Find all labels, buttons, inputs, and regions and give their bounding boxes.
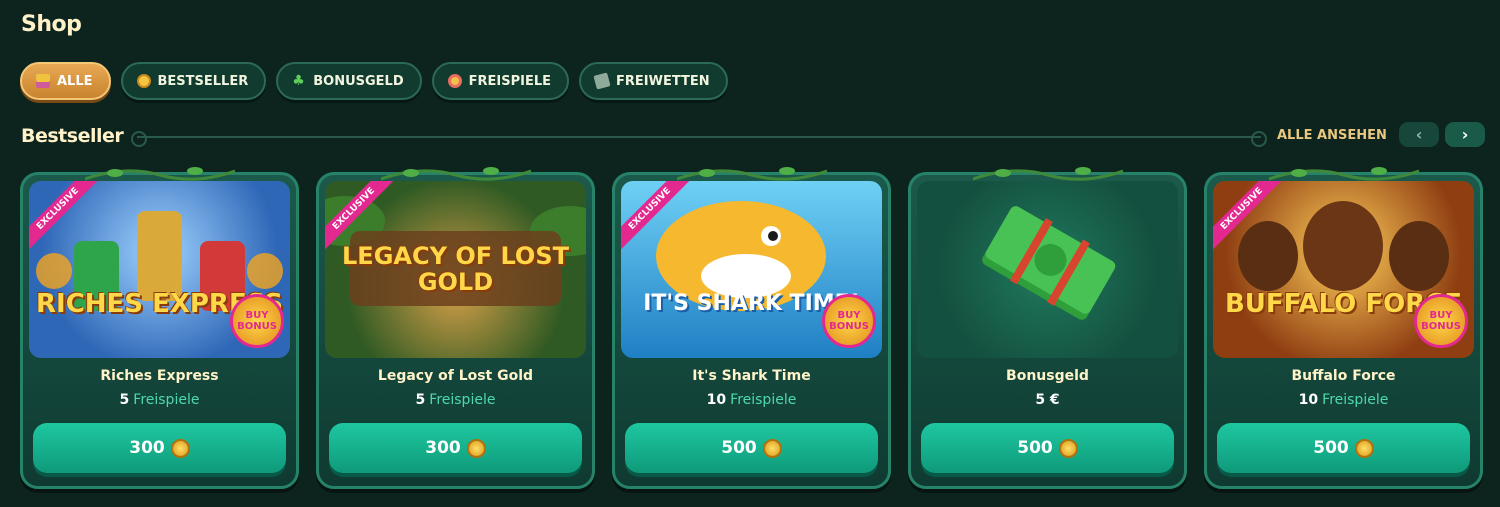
price-value: 500	[721, 438, 757, 458]
buy-bonus-badge: BUY BONUS	[230, 294, 284, 348]
coin-icon	[1354, 438, 1374, 458]
game-art-title: LEGACY OF LOST GOLD	[342, 242, 569, 296]
price-value: 500	[1017, 438, 1053, 458]
price-value: 500	[1313, 438, 1349, 458]
product-carousel: EXCLUSIVE RICHES EXPRESS BUY BONUS Riche…	[20, 167, 1483, 489]
carousel-prev-button[interactable]: ‹	[1399, 122, 1439, 147]
amount-value: 10	[1298, 392, 1319, 408]
shop-page: Shop ALLE BESTSELLER ♣ BONUSGELD FREISPI…	[0, 0, 1500, 507]
game-thumbnail: EXCLUSIVE BUFFALO FORCE BUY BONUS	[1213, 181, 1474, 358]
game-thumbnail: EXCLUSIVE IT'S SHARK TIME! BUY BONUS	[621, 181, 882, 358]
vine-divider	[131, 131, 1267, 147]
coin-icon	[466, 438, 486, 458]
filter-label: FREISPIELE	[468, 73, 552, 89]
filter-chip-alle[interactable]: ALLE	[20, 62, 111, 100]
clover-icon: ♣	[292, 73, 305, 89]
product-card[interactable]: EXCLUSIVE BUFFALO FORCE BUY BONUS Buffal…	[1204, 167, 1483, 489]
coin-icon	[170, 438, 190, 458]
buy-bonus-badge: BUY BONUS	[1414, 294, 1468, 348]
amount-value: 10	[706, 392, 727, 408]
amount-unit: Freispiele	[1322, 392, 1389, 408]
product-card[interactable]: EXCLUSIVE IT'S SHARK TIME! BUY BONUS It'…	[612, 167, 891, 489]
price-value: 300	[129, 438, 165, 458]
filter-chip-freispiele[interactable]: FREISPIELE	[431, 62, 570, 100]
product-amount: 5 Freispiele	[319, 392, 592, 408]
product-amount: 5 Freispiele	[23, 392, 296, 408]
medal-icon	[136, 74, 151, 88]
coin-icon	[1058, 438, 1078, 458]
chevron-right-icon: ›	[1461, 125, 1469, 144]
amount-unit: Freispiele	[133, 392, 200, 408]
filter-bar: ALLE BESTSELLER ♣ BONUSGELD FREISPIELE F…	[20, 62, 728, 100]
section-header: Bestseller ALLE ANSEHEN ‹ ›	[21, 122, 1486, 151]
buy-button[interactable]: 500	[921, 423, 1174, 473]
filter-label: BONUSGELD	[313, 73, 404, 89]
buy-bonus-badge: BUY BONUS	[822, 294, 876, 348]
carousel-next-button[interactable]: ›	[1445, 122, 1485, 147]
product-card[interactable]: EXCLUSIVE LEGACY OF LOST GOLD Legacy of …	[316, 167, 595, 489]
filter-label: FREIWETTEN	[616, 73, 710, 89]
amount-unit: Freispiele	[730, 392, 797, 408]
see-all-link[interactable]: ALLE ANSEHEN	[1277, 128, 1387, 143]
price-value: 300	[425, 438, 461, 458]
game-thumbnail: EXCLUSIVE RICHES EXPRESS BUY BONUS	[29, 181, 290, 358]
buy-button[interactable]: 500	[625, 423, 878, 473]
coin-icon	[762, 438, 782, 458]
gift-icon	[36, 74, 50, 88]
game-thumbnail	[917, 181, 1178, 358]
filter-chip-bestseller[interactable]: BESTSELLER	[120, 62, 267, 100]
filter-label: BESTSELLER	[157, 73, 249, 89]
amount-value: 5 €	[1035, 392, 1060, 408]
buy-button[interactable]: 300	[33, 423, 286, 473]
amount-value: 5	[119, 392, 130, 408]
product-name: Riches Express	[100, 368, 219, 384]
product-amount: 5 €	[911, 392, 1184, 408]
buy-button[interactable]: 500	[1217, 423, 1470, 473]
game-thumbnail: EXCLUSIVE LEGACY OF LOST GOLD	[325, 181, 586, 358]
amount-unit: Freispiele	[429, 392, 496, 408]
product-name: It's Shark Time	[692, 368, 811, 384]
filter-chip-freiwetten[interactable]: FREIWETTEN	[579, 62, 728, 100]
product-name: Bonusgeld	[1006, 368, 1089, 384]
page-title: Shop	[21, 12, 82, 37]
product-name: Legacy of Lost Gold	[377, 368, 534, 384]
section-title: Bestseller	[21, 125, 124, 147]
product-card[interactable]: Bonusgeld 5 € 500	[908, 167, 1187, 489]
product-card[interactable]: EXCLUSIVE RICHES EXPRESS BUY BONUS Riche…	[20, 167, 299, 489]
product-amount: 10 Freispiele	[615, 392, 888, 408]
product-amount: 10 Freispiele	[1207, 392, 1480, 408]
ticket-icon	[593, 72, 611, 90]
filter-label: ALLE	[57, 73, 93, 89]
amount-value: 5	[415, 392, 426, 408]
product-name: Buffalo Force	[1291, 368, 1396, 384]
chevron-left-icon: ‹	[1415, 125, 1423, 144]
spin-icon	[447, 74, 462, 88]
money-stack-icon	[982, 206, 1116, 320]
buy-button[interactable]: 300	[329, 423, 582, 473]
filter-chip-bonusgeld[interactable]: ♣ BONUSGELD	[276, 62, 422, 100]
